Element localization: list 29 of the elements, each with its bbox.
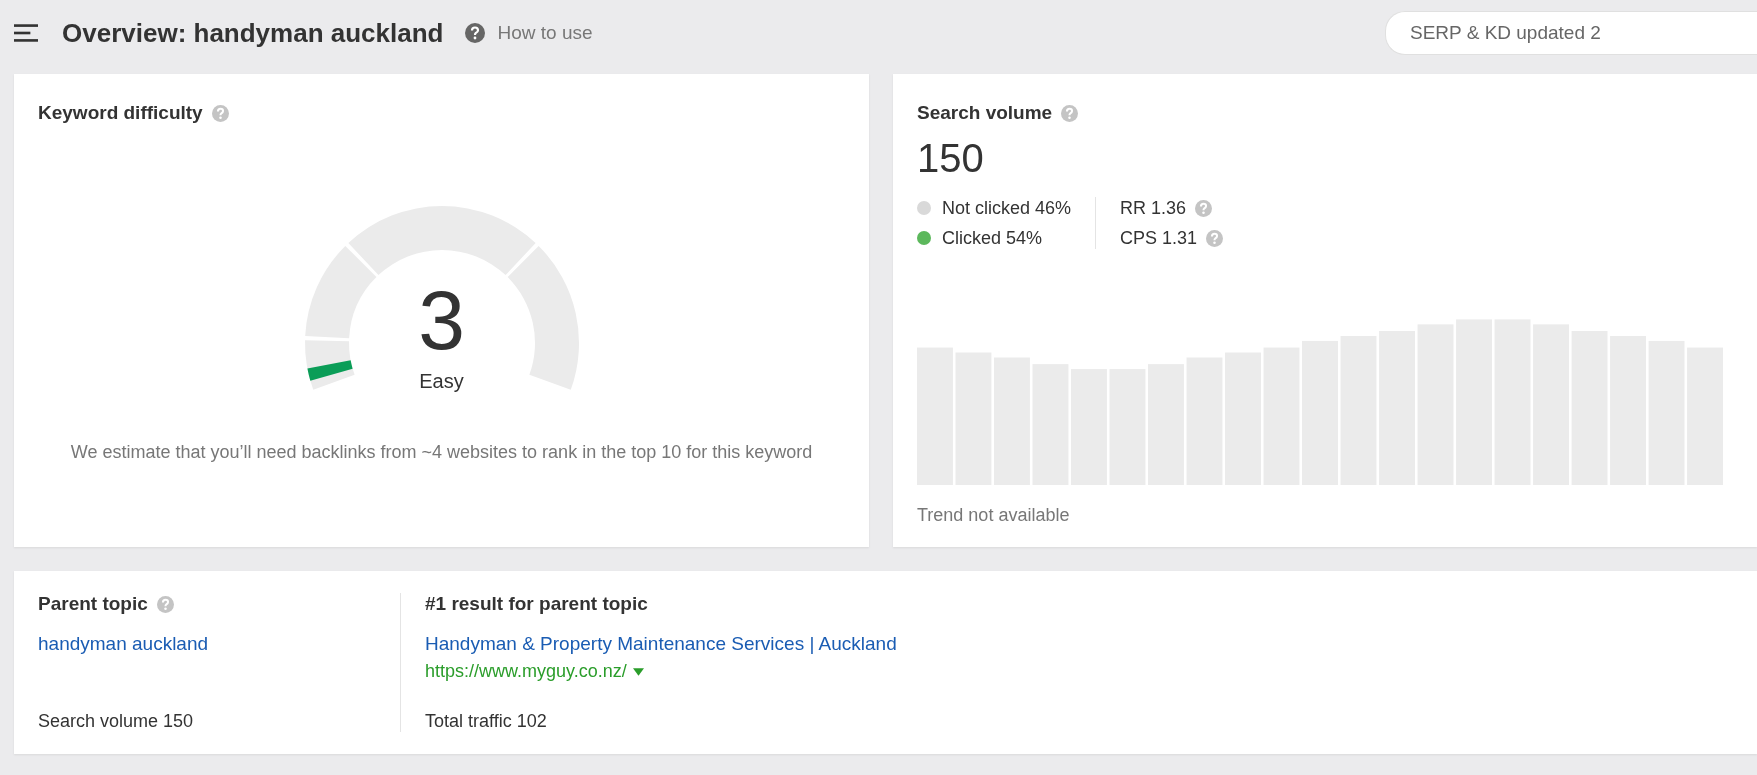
page-title: Overview: handyman auckland: [62, 17, 444, 49]
search-volume-text: Search volume 150: [38, 711, 195, 732]
menu-icon[interactable]: [14, 24, 38, 42]
help-icon[interactable]: [1206, 229, 1224, 247]
card-title: Keyword difficulty: [38, 102, 203, 124]
result-title-link[interactable]: Handyman & Property Maintenance Services | Auckland: [425, 633, 897, 655]
difficulty-description: We estimate that you’ll need backlinks from ~4 websites to rank in the top 10 for this keyword: [69, 442, 814, 463]
parent-topic-link[interactable]: handyman auckland: [38, 633, 400, 655]
section-title: #1 result for parent topic: [425, 593, 648, 615]
help-icon[interactable]: [156, 595, 174, 613]
total-traffic-text: Total traffic 102: [425, 711, 548, 732]
difficulty-rating: Easy: [418, 370, 465, 393]
caret-icon[interactable]: [632, 667, 644, 676]
card-title: Search volume: [917, 102, 1053, 124]
help-icon[interactable]: [1061, 104, 1079, 122]
click-share-label: Clicked 54%: [942, 227, 1043, 249]
help-icon[interactable]: [211, 104, 229, 122]
result-url-link[interactable]: https://www.myguy.co.nz/: [425, 661, 627, 682]
metric-label: CPS 1.31: [1120, 227, 1198, 249]
difficulty-score: 3: [417, 278, 466, 362]
update-status-badge: SERP & KD updated 2: [1385, 11, 1757, 55]
click-share-label: Not clicked 46%: [942, 197, 1072, 219]
help-icon: [465, 23, 486, 43]
search-volume-value: 150: [917, 136, 985, 181]
how-to-use-link[interactable]: How to use: [497, 22, 593, 44]
help-icon[interactable]: [1195, 199, 1213, 217]
metric-label: RR 1.36: [1120, 197, 1187, 219]
card-title: Parent topic: [38, 593, 148, 615]
trend-note: Trend not available: [917, 505, 1071, 526]
